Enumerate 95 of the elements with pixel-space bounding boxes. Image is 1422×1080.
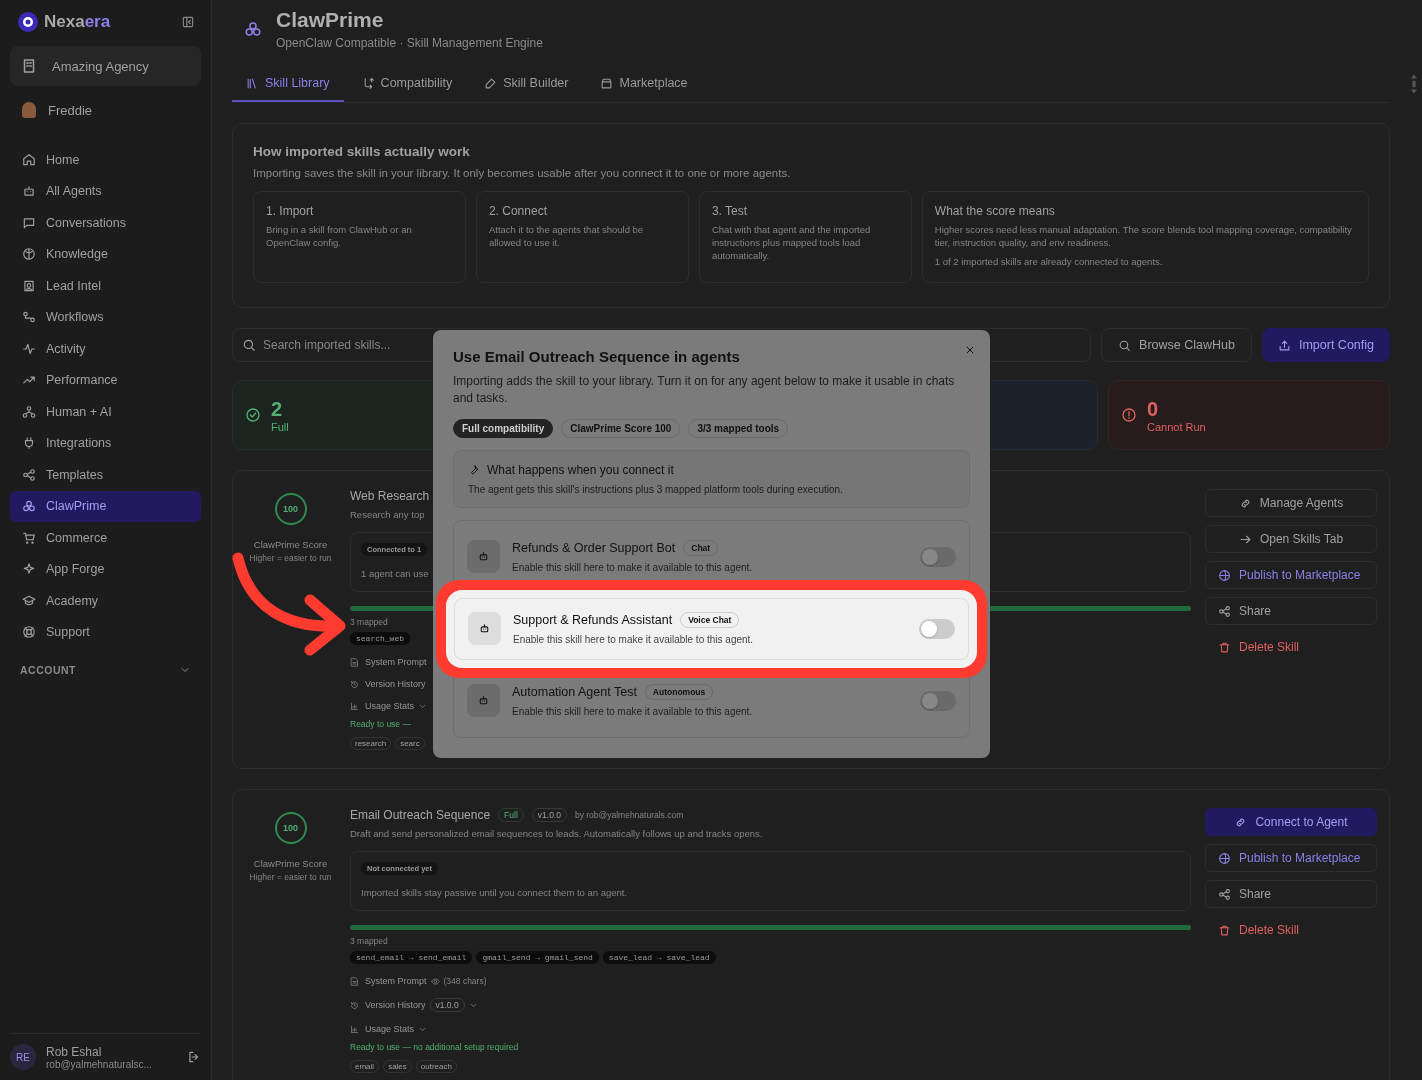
dialog-text: Importing adds the skill to your library. Turn it on for any agent below to make it usable in chats and tasks.	[453, 373, 956, 407]
agent-description: Enable this skill here to make it available to this agent.	[513, 634, 755, 646]
skill-action-button[interactable]: Publish to Marketplace	[1205, 561, 1377, 590]
skill-action-button[interactable]: Open Skills Tab	[1205, 525, 1377, 554]
agent-description: Enable this skill here to make it available to this agent.	[512, 562, 754, 574]
nav-item[interactable]: Knowledge	[10, 238, 201, 270]
step-note: 1 of 2 imported skills are already connected to agents.	[934, 255, 1164, 269]
nav-item[interactable]: App Forge	[10, 553, 201, 585]
stat-value: 0	[1147, 397, 1160, 421]
step-text: Bring in a skill from ClawHub or an OpenClaw config.	[266, 224, 413, 250]
step-title: 1. Import	[266, 204, 315, 218]
agent-description: Enable this skill here to make it available to this agent.	[512, 706, 754, 718]
nav-item[interactable]: Academy	[10, 585, 201, 617]
nav-item[interactable]: Performance	[10, 364, 201, 396]
compatibility-chip: Full compatibility	[453, 418, 554, 438]
nav-item[interactable]: Lead Intel	[10, 270, 201, 302]
score-label: ClawPrime Score	[253, 858, 328, 870]
score-hint: Higher = easier to run	[249, 872, 332, 883]
score-hint: Higher = easier to run	[249, 553, 332, 564]
ready-status: Ready to use —	[350, 719, 411, 730]
nav-item[interactable]: Support	[10, 616, 201, 648]
status-text: 1 agent can use	[361, 568, 429, 580]
version-history-toggle[interactable]: Version History	[350, 679, 426, 690]
tab[interactable]: Skill Library	[232, 66, 344, 102]
usage-stats-toggle[interactable]: Usage Stats	[350, 1024, 415, 1035]
agent-name: Support & Refunds Assistant	[513, 613, 673, 628]
skill-description: Draft and send personalized email sequences to leads. Automatically follows up and tracks opens.	[350, 828, 763, 840]
skill-action-button[interactable]: Connect to Agent	[1205, 808, 1377, 837]
stat-value: 2	[271, 397, 284, 421]
prompt-size: (348 chars)	[443, 976, 487, 987]
stat-label: Cannot Run	[1147, 420, 1206, 433]
nav-item[interactable]: Conversations	[10, 207, 201, 239]
mapped-count: 3 mapped	[350, 936, 388, 947]
status-text: Imported skills stay passive until you connect them to an agent.	[361, 887, 628, 899]
agent-name: Automation Agent Test	[512, 685, 637, 700]
skill-action-button[interactable]: Delete Skill	[1205, 916, 1377, 945]
dialog-title: Use Email Outreach Sequence in agents	[453, 348, 741, 365]
skill-description: Research any top	[350, 509, 425, 521]
author-text: by rob@yalmehnaturals.com	[574, 810, 684, 821]
nav-item[interactable]: Templates	[10, 459, 201, 491]
nav-item[interactable]: Commerce	[10, 522, 201, 554]
skill-title: Web Research	[350, 489, 430, 504]
nav-item[interactable]: ClawPrime	[10, 490, 201, 522]
nav-item[interactable]: Workflows	[10, 301, 201, 333]
nav-item[interactable]: Human + AI	[10, 396, 201, 428]
info-text: Importing saves the skill in your library. It only becomes usable after you connect it to one or more agents.	[253, 167, 792, 179]
logo-text: era	[84, 12, 111, 31]
note-title: What happens when you connect it	[487, 462, 674, 477]
tab[interactable]: Marketplace	[586, 66, 702, 102]
skill-action-button[interactable]: Publish to Marketplace	[1205, 844, 1377, 873]
skill-action-button[interactable]: Manage Agents	[1205, 489, 1377, 518]
skill-action-button[interactable]: Share	[1205, 880, 1377, 909]
usage-stats-toggle[interactable]: Usage Stats	[350, 701, 415, 712]
step-title: 3. Test	[711, 204, 748, 218]
tool-mapping-chip: save_lead → save_lead	[602, 951, 716, 965]
step-title: What the score means	[934, 204, 1056, 218]
score-ring: 100	[274, 812, 307, 845]
tool-mapping-chip: gmail_send → gmail_send	[476, 951, 599, 965]
nav-item[interactable]: Activity	[10, 333, 201, 365]
skill-action-button[interactable]: Share	[1205, 597, 1377, 626]
section-label: ACCOUNT	[20, 664, 76, 676]
stat-label: Full	[271, 420, 289, 433]
user-item[interactable]: Freddie	[10, 86, 201, 134]
tab[interactable]: Skill Builder	[470, 66, 583, 102]
tool-mapping-chip: search_web	[350, 632, 410, 646]
page-title: ClawPrime	[276, 8, 385, 32]
workspace-selector[interactable]: Amazing Agency	[10, 46, 201, 86]
toolbar-button[interactable]: Browse ClawHub	[1101, 328, 1252, 363]
step-text: Attach it to the agents that should be allowed to use it.	[488, 224, 645, 250]
system-prompt-toggle[interactable]: System Prompt	[350, 657, 427, 668]
mapped-count: 3 mapped	[350, 617, 388, 628]
nav-item[interactable]: Integrations	[10, 427, 201, 459]
score-ring: 100	[274, 493, 307, 526]
page-subtitle: OpenClaw Compatible · Skill Management Engine	[276, 36, 543, 50]
toolbar-button[interactable]: Import Config	[1261, 328, 1390, 363]
nav-item[interactable]: Home	[10, 144, 201, 176]
tool-mapping-chip: send_email → send_email	[350, 951, 473, 965]
agent-name: Refunds & Order Support Bot	[512, 541, 676, 556]
step-title: 2. Connect	[488, 204, 548, 218]
skill-action-button[interactable]: Delete Skill	[1205, 633, 1377, 662]
nav-item[interactable]: All Agents	[10, 175, 201, 207]
step-text: Chat with that agent and the imported instructions plus mapped tools load automatically.	[711, 224, 872, 263]
step-text: Higher scores need less manual adaptation. The score blends tool mapping coverage, compatibility tier, instruction quality, and env readiness.	[934, 224, 1353, 250]
tab[interactable]: Compatibility	[347, 66, 467, 102]
user-initials-avatar: RE	[10, 1044, 36, 1070]
user-email: rob@yalmehnaturalsc...	[46, 1058, 153, 1070]
score-label: ClawPrime Score	[253, 539, 328, 551]
version-history-toggle[interactable]: Version History	[350, 1000, 426, 1011]
info-title: How imported skills actually work	[253, 144, 471, 159]
note-text: The agent gets this skill's instructions plus 3 mapped platform tools during execution.	[468, 483, 844, 495]
logo-text: Nexa	[44, 12, 85, 31]
system-prompt-toggle[interactable]: System Prompt	[350, 976, 427, 987]
skill-title: Email Outreach Sequence	[350, 808, 491, 823]
user-name: Rob Eshal	[46, 1044, 103, 1059]
ready-status: Ready to use — no additional setup required	[350, 1042, 519, 1053]
